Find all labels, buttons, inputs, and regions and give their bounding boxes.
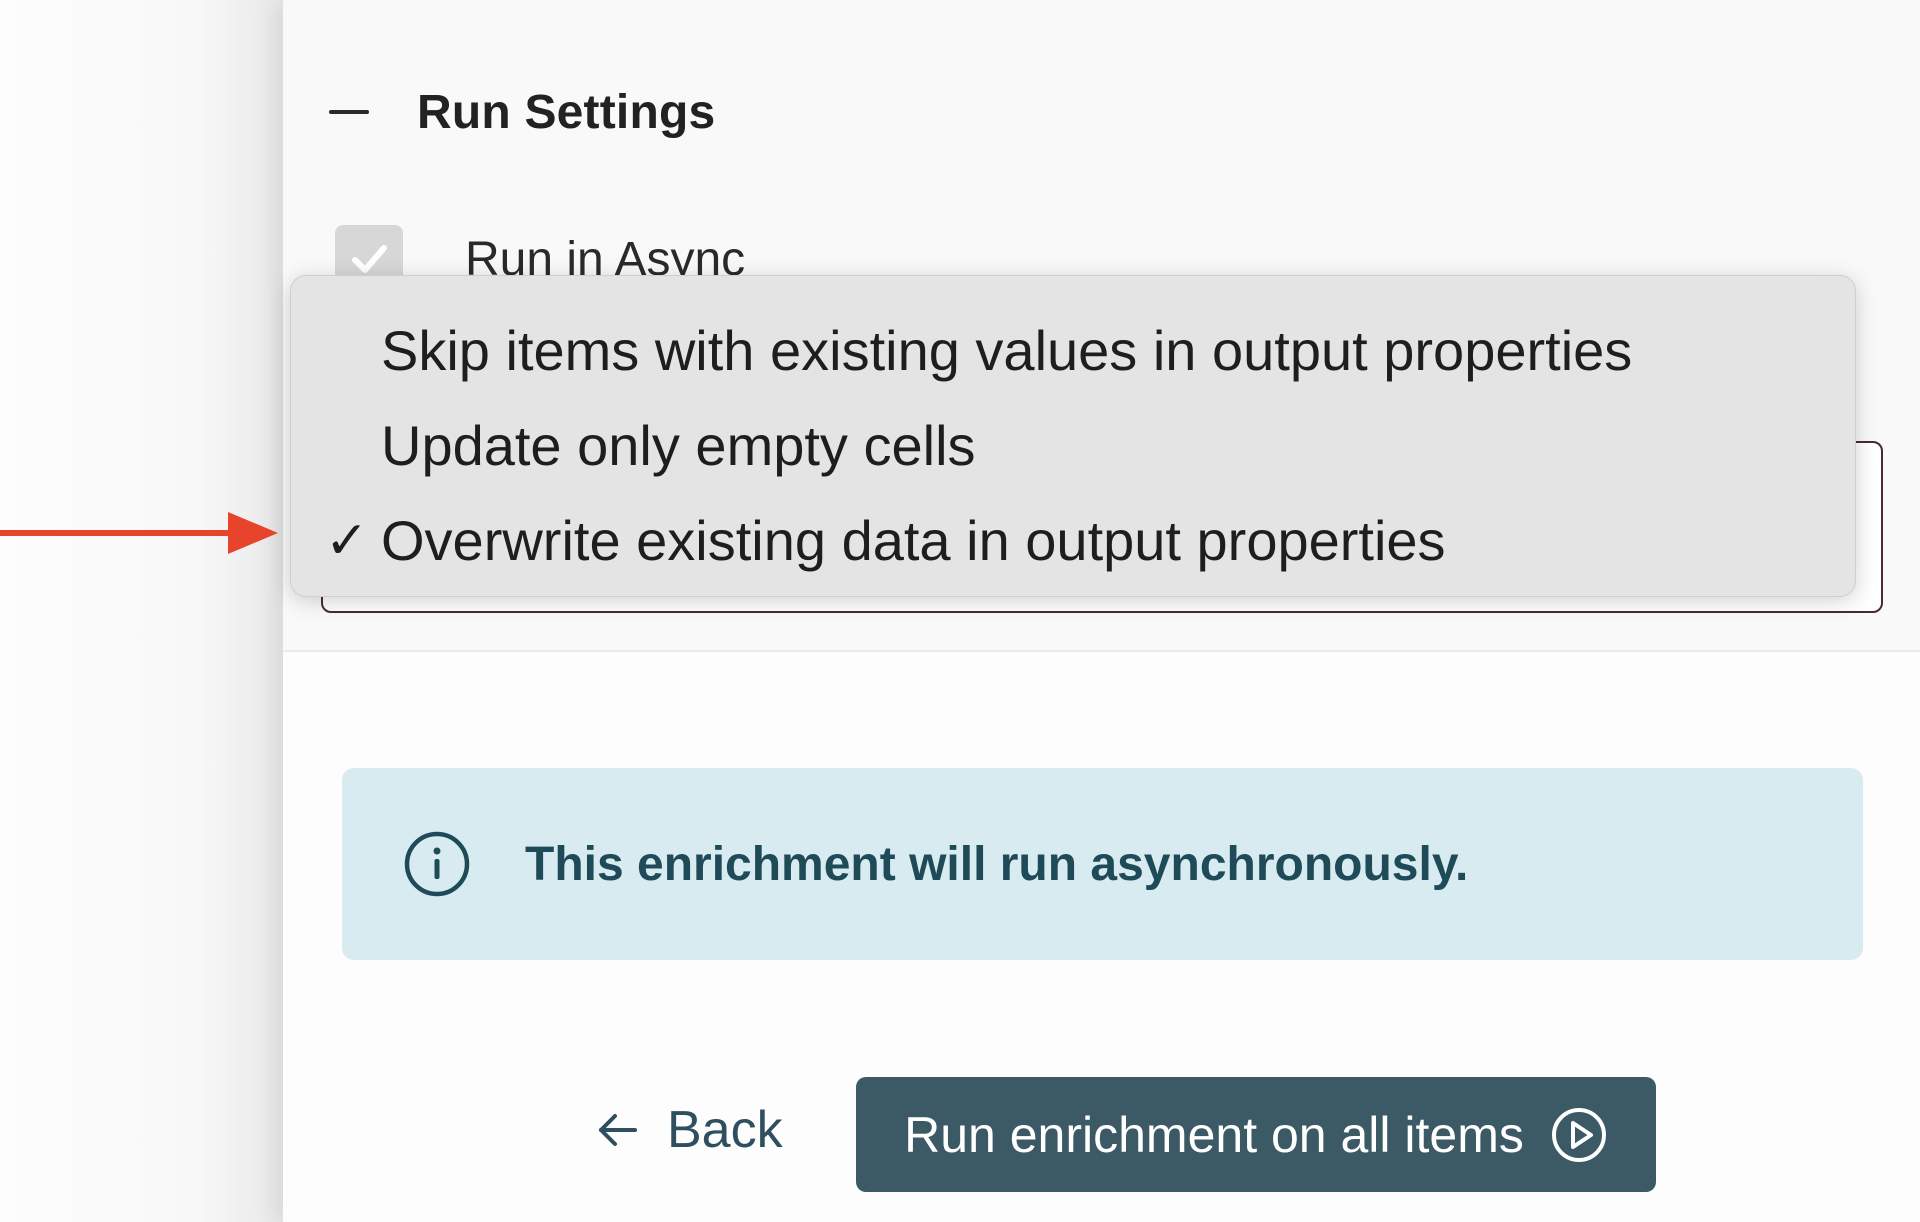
collapse-minus-icon[interactable]: [329, 110, 369, 114]
arrow-left-icon: [599, 1114, 637, 1146]
option-label: Update only empty cells: [381, 414, 976, 477]
selected-check-icon: ✓: [325, 511, 369, 570]
dropdown-option-overwrite[interactable]: ✓ Overwrite existing data in output prop…: [291, 493, 1855, 588]
run-settings-header[interactable]: Run Settings: [329, 82, 715, 142]
screen: Run Settings Run in Async This enrichmen…: [0, 0, 1920, 1222]
annotation-arrow-icon: [0, 512, 278, 554]
dimmed-backdrop: [0, 0, 283, 1222]
info-circle-icon: [404, 831, 470, 897]
overwrite-mode-dropdown: Skip items with existing values in outpu…: [290, 275, 1856, 597]
dropdown-option-skip[interactable]: Skip items with existing values in outpu…: [291, 303, 1855, 398]
option-label: Skip items with existing values in outpu…: [381, 319, 1633, 382]
option-label: Overwrite existing data in output proper…: [381, 509, 1446, 572]
section-title: Run Settings: [417, 85, 716, 139]
run-enrichment-button[interactable]: Run enrichment on all items: [856, 1077, 1656, 1192]
run-enrichment-label: Run enrichment on all items: [904, 1106, 1524, 1163]
info-banner: This enrichment will run asynchronously.: [342, 768, 1863, 960]
play-circle-icon: [1551, 1107, 1606, 1162]
info-text: This enrichment will run asynchronously.: [525, 837, 1469, 891]
back-label: Back: [667, 1101, 783, 1159]
back-button[interactable]: Back: [593, 1090, 783, 1170]
dropdown-option-update-empty[interactable]: Update only empty cells: [291, 398, 1855, 493]
enrichment-panel: Run Settings Run in Async This enrichmen…: [283, 0, 1920, 1222]
